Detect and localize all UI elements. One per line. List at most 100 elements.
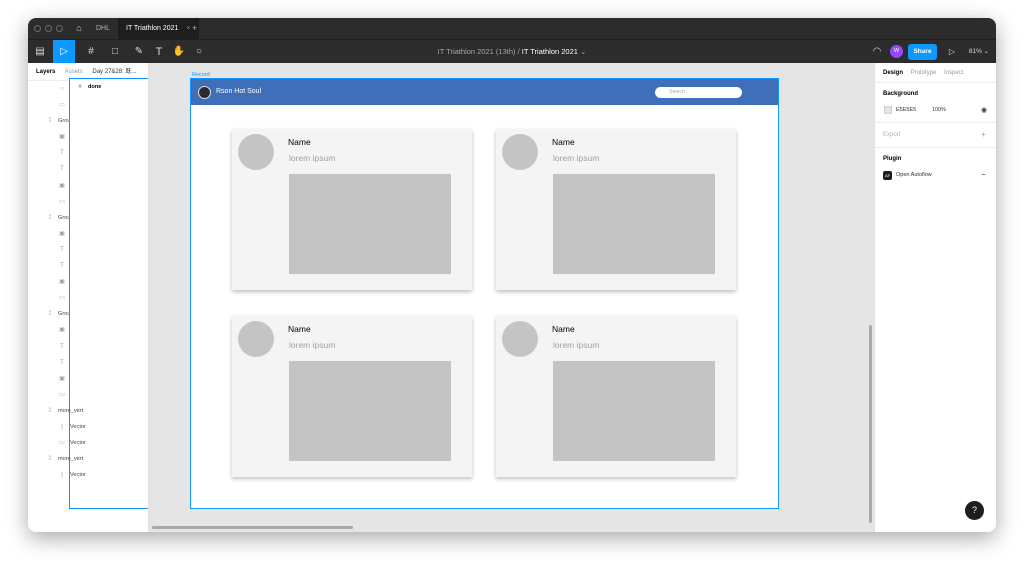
layer-label: Vector <box>70 423 86 430</box>
card-image-placeholder <box>553 174 715 274</box>
zoom-dropdown[interactable]: 81% ⌄ <box>966 40 992 64</box>
card-image-placeholder <box>289 361 451 461</box>
tab-label: DHL <box>96 25 111 32</box>
search-input[interactable]: Search <box>655 87 742 98</box>
zoom-window-button[interactable] <box>56 25 63 32</box>
layer-row[interactable]: | Vector <box>28 467 148 483</box>
card-avatar <box>238 321 274 357</box>
layers-panel: Layers Assets Day 27&28: 既... #Record○El… <box>28 63 149 532</box>
background-opacity[interactable]: 100% <box>932 107 946 113</box>
document-title[interactable]: IT Triathlon 2021 (13th) / IT Triathlon … <box>28 40 996 64</box>
text-icon: T <box>60 343 64 350</box>
breadcrumb-separator: / <box>517 47 520 56</box>
frame-icon: # <box>78 84 82 90</box>
design-panel: Design Prototype Inspect Background E5E5… <box>874 63 996 532</box>
design-panel-tabs: Design Prototype Inspect <box>875 63 996 83</box>
image-icon: ▣ <box>59 375 65 382</box>
image-icon: ▣ <box>59 182 65 189</box>
tab-prototype[interactable]: Prototype <box>911 70 937 76</box>
background-hex[interactable]: E5E5E5 <box>896 107 916 113</box>
project-name: IT Triathlon 2021 (13th) <box>437 47 516 56</box>
close-window-button[interactable] <box>34 25 41 32</box>
export-section: Export + <box>875 123 996 148</box>
card-subtitle: lorem ipsum <box>553 153 600 163</box>
help-button[interactable]: ? <box>965 501 984 520</box>
rectangle-icon: ▭ <box>59 440 65 447</box>
plugin-title: Plugin <box>883 156 902 162</box>
group-icon: ⁞⁞ <box>48 311 52 318</box>
toolbar: ▤ ▷ # □ ✎ T ✋ ○ IT Triathlon 2021 (13th)… <box>28 39 996 64</box>
tab-dhl[interactable]: DHL <box>88 18 118 39</box>
tab-assets[interactable]: Assets <box>65 69 83 75</box>
new-tab-button[interactable]: + <box>184 18 205 39</box>
app-header: Rson Hot Soul Search <box>191 79 778 105</box>
layer-row[interactable]: ⁞⁞ more_vert <box>28 403 148 419</box>
card-name: Name <box>552 324 575 334</box>
card-name: Name <box>288 324 311 334</box>
home-icon[interactable]: ⌂ <box>72 18 86 39</box>
share-button[interactable]: Share <box>908 44 937 60</box>
add-export-icon[interactable]: + <box>981 130 986 139</box>
text-icon: T <box>60 359 64 366</box>
headphones-icon[interactable]: ◠ <box>870 40 884 64</box>
tab-inspect[interactable]: Inspect <box>944 70 963 76</box>
layer-label: Vector <box>70 440 86 447</box>
text-icon: T <box>60 166 64 173</box>
layer-label: done <box>88 84 102 90</box>
record-frame[interactable]: Rson Hot Soul Search Name lorem ipsum Na… <box>190 78 779 509</box>
text-icon: T <box>60 246 64 253</box>
horizontal-scrollbar[interactable] <box>152 526 353 529</box>
vertical-scrollbar[interactable] <box>869 325 872 523</box>
rectangle-icon: ▭ <box>59 391 65 398</box>
present-icon[interactable]: ▷ <box>946 40 958 64</box>
layer-row[interactable]: | Vector <box>28 419 148 435</box>
layer-label: more_vert <box>58 407 84 414</box>
layer-row[interactable]: ▭ Vector <box>28 435 148 451</box>
layer-label: more_vert <box>58 456 84 463</box>
rectangle-icon: ▭ <box>59 102 65 109</box>
frame-label[interactable]: Record <box>192 72 210 78</box>
card-subtitle: lorem ipsum <box>553 340 600 350</box>
group-icon: ⁞⁞ <box>48 456 52 463</box>
visibility-eye-icon[interactable]: ◉ <box>981 106 987 114</box>
profile-card[interactable]: Name lorem ipsum <box>232 316 472 477</box>
tab-layers[interactable]: Layers <box>36 69 55 75</box>
card-avatar <box>238 134 274 170</box>
background-title: Background <box>883 91 919 97</box>
layer-list: #Record○Ellipse 4▭Rectangle 1⁞⁞Group 3▣R… <box>28 78 148 509</box>
card-subtitle: lorem ipsum <box>289 153 336 163</box>
layer-row[interactable]: ⁞⁞ more_vert <box>28 451 148 467</box>
plugin-name[interactable]: Open Autoflow <box>896 172 932 178</box>
user-avatar[interactable]: W <box>890 45 903 58</box>
file-name: IT Triathlon 2021 <box>521 47 578 56</box>
page-selector[interactable]: Day 27&28: 既... <box>92 69 136 75</box>
profile-card[interactable]: Name lorem ipsum <box>496 316 736 477</box>
profile-avatar <box>198 86 211 99</box>
vector-line-icon: | <box>61 472 63 479</box>
card-avatar <box>502 321 538 357</box>
text-icon: T <box>60 150 64 157</box>
minimize-window-button[interactable] <box>45 25 52 32</box>
plugin-icon: AF <box>883 171 892 180</box>
export-title: Export <box>883 132 901 138</box>
remove-plugin-icon[interactable]: − <box>981 170 986 179</box>
profile-card[interactable]: Name lorem ipsum <box>232 129 472 290</box>
layer-label: Vector <box>70 472 86 479</box>
tab-design[interactable]: Design <box>883 70 903 76</box>
background-swatch[interactable] <box>884 106 892 114</box>
text-icon: T <box>60 263 64 270</box>
image-icon: ▣ <box>59 134 65 141</box>
profile-card[interactable]: Name lorem ipsum <box>496 129 736 290</box>
background-section: Background E5E5E5 100% ◉ <box>875 83 996 123</box>
zoom-value: 81% <box>968 48 982 55</box>
card-subtitle: lorem ipsum <box>289 340 336 350</box>
canvas[interactable]: Record Rson Hot Soul Search Name lorem i… <box>149 63 874 532</box>
card-image-placeholder <box>553 361 715 461</box>
rectangle-icon: ▭ <box>59 295 65 302</box>
card-avatar <box>502 134 538 170</box>
tab-bar: ⌂ DHL IT Triathlon 2021 × + <box>28 18 996 39</box>
tab-label: IT Triathlon 2021 <box>126 25 179 32</box>
header-username: Rson Hot Soul <box>216 88 262 95</box>
rectangle-icon: ▭ <box>59 198 65 205</box>
plugin-section: Plugin AF Open Autoflow − <box>875 148 996 188</box>
